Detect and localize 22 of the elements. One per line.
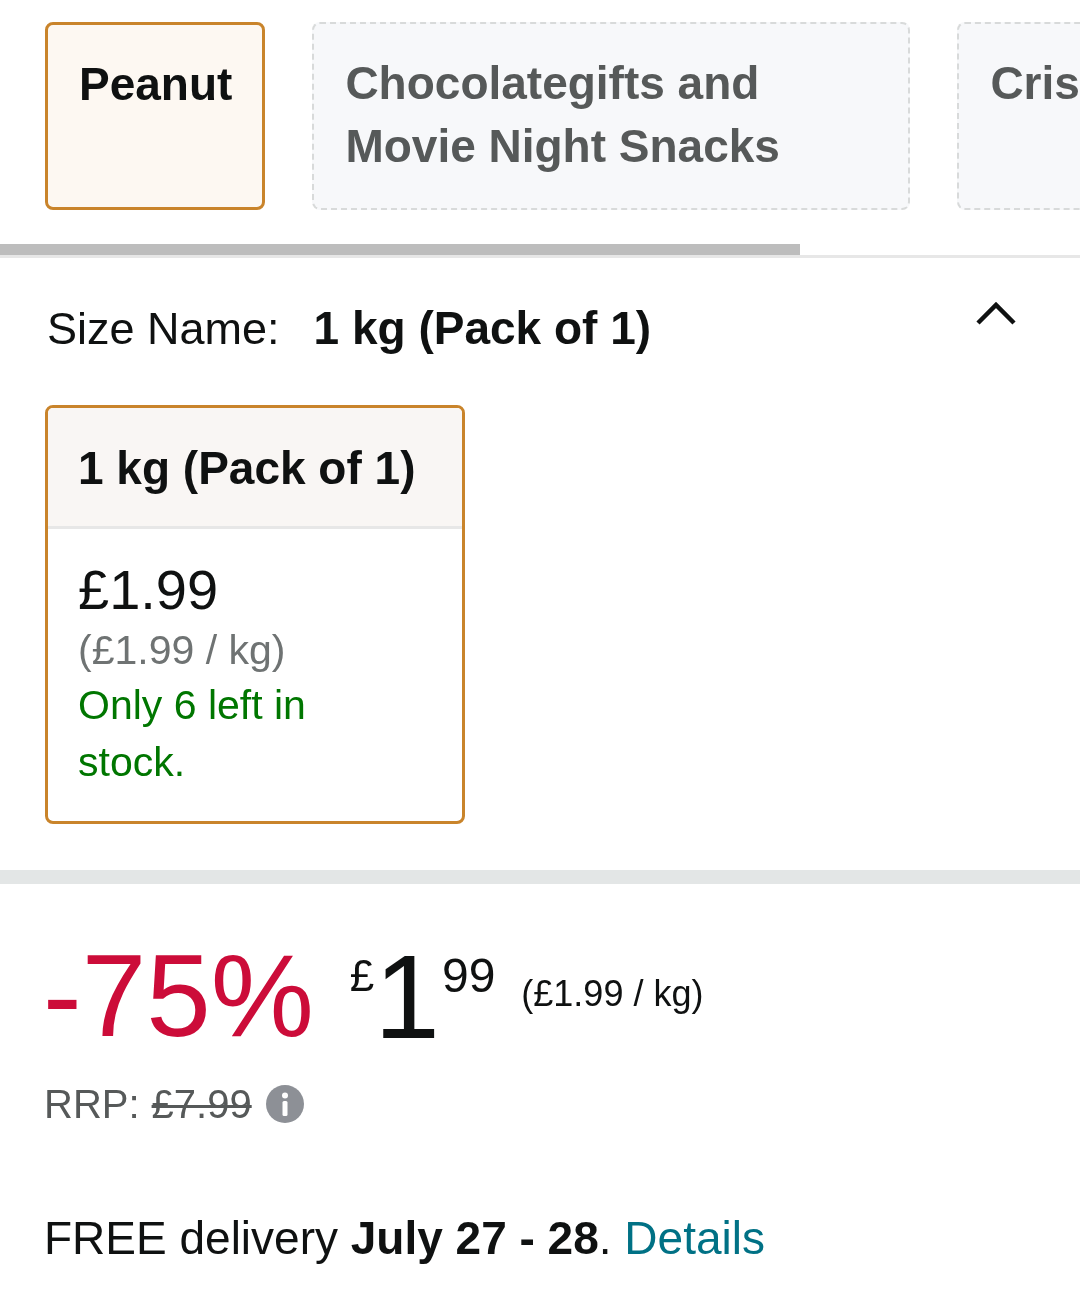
flavour-tab[interactable]: Cris: [957, 22, 1080, 210]
info-icon[interactable]: [265, 1085, 304, 1123]
stock-message: Only 6 left in stock.: [78, 681, 307, 787]
chevron-up-icon[interactable]: [975, 300, 1017, 326]
flavour-tab[interactable]: Peanut: [45, 22, 266, 210]
details-link[interactable]: Details: [624, 1212, 765, 1264]
flavour-tab[interactable]: Chocolategifts and Movie Night Snacks: [312, 22, 911, 210]
unit-price: (£1.99 / kg): [521, 976, 704, 1012]
discount-percent: -75%: [43, 938, 314, 1054]
scrollbar-thumb[interactable]: [0, 244, 800, 255]
rrp-label: RRP:: [44, 1081, 140, 1128]
option-price: £1.99: [78, 557, 219, 623]
currency-symbol: £: [349, 954, 375, 998]
size-label: Size Name:: [47, 302, 280, 356]
rrp-price: £7.99: [151, 1081, 252, 1128]
delivery-text: FREE delivery July 27 - 28. Details: [44, 1211, 765, 1266]
option-name: 1 kg (Pack of 1): [78, 441, 417, 496]
size-value: 1 kg (Pack of 1): [313, 301, 652, 356]
price-fraction: 99: [441, 952, 496, 1000]
option-unit-price: (£1.99 / kg): [78, 626, 286, 675]
price-whole: 1: [374, 938, 434, 1056]
size-option-card[interactable]: 1 kg (Pack of 1) £1.99 (£1.99 / kg) Only 6 left in stock.: [45, 405, 465, 824]
